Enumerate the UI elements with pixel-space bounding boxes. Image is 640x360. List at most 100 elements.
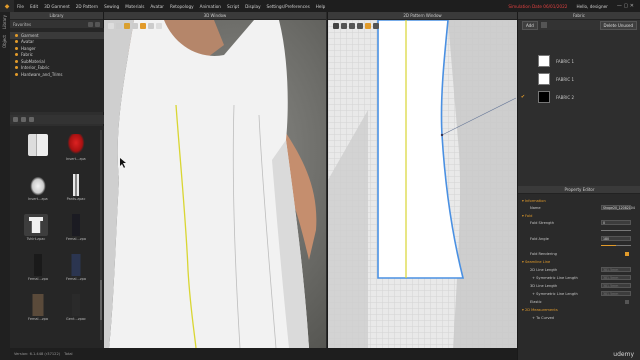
- status-bar: Version: 6.1.448 (r37122) Total: [10, 348, 517, 360]
- seamline-section[interactable]: ▾ Seamline Line: [522, 258, 640, 265]
- library-item[interactable]: Femal...zpac: [66, 214, 86, 244]
- tab-object[interactable]: Object: [2, 32, 7, 51]
- menu-edit[interactable]: Edit: [27, 4, 41, 9]
- fabric-list-item[interactable]: FABRIC 1: [518, 70, 640, 88]
- sewing-tool-icon[interactable]: [365, 23, 371, 29]
- version-text: Version: 6.1.448 (r37122): [14, 352, 61, 356]
- left-pattern-shadow: [328, 110, 368, 348]
- select-tool-icon[interactable]: [108, 23, 114, 29]
- refresh-icon[interactable]: [29, 117, 34, 122]
- library-thumbnails: Insert...zpac Insert...zpac Pants.zpac T…: [10, 126, 104, 348]
- line-length-3d-row: 3D Line Length 381.5mm: [518, 282, 640, 289]
- sym-length-3d-text: Symmetric Line Length: [536, 291, 578, 296]
- female-avatar-thumbnail: [28, 294, 48, 316]
- name-field[interactable]: Shape20_12082104: [601, 205, 635, 210]
- 3d-window[interactable]: 3D Window: [104, 12, 326, 348]
- tree-label: Hanger: [21, 45, 36, 51]
- avatar-tool-icon[interactable]: [156, 23, 162, 29]
- library-item[interactable]: Femal...zpac: [28, 294, 48, 324]
- menu-materials[interactable]: Materials: [122, 4, 147, 9]
- menu-file[interactable]: File: [14, 4, 27, 9]
- simulate-tool-icon[interactable]: [140, 23, 146, 29]
- menu-3d-garment[interactable]: 3D Garment: [41, 4, 73, 9]
- move-tool-icon[interactable]: [116, 23, 122, 29]
- measurements-section[interactable]: ▾ 2D Measurements: [522, 306, 640, 313]
- pants-thumbnail: [66, 174, 86, 196]
- fabric-list-item[interactable]: FABRIC 1: [518, 52, 640, 70]
- 2d-pattern-canvas[interactable]: [328, 19, 517, 348]
- menu-animation[interactable]: Animation: [197, 4, 224, 9]
- library-tree: Garment Avatar Hanger Fabric SubMaterial…: [10, 28, 104, 112]
- library-item-caption: Tshirt.zpac: [26, 237, 46, 241]
- menu-avatar[interactable]: Avatar: [147, 4, 167, 9]
- add-fabric-button[interactable]: Add: [522, 20, 538, 30]
- elastic-row: Elastic: [518, 298, 640, 305]
- jacket-thumbnail: [28, 134, 48, 156]
- list-view-icon[interactable]: [21, 117, 26, 122]
- fold-tool-icon[interactable]: [132, 23, 138, 29]
- remove-favorite-icon[interactable]: [95, 21, 100, 27]
- library-item[interactable]: Femal...zpac: [66, 254, 86, 284]
- fold-angle-slider[interactable]: [601, 244, 631, 247]
- window-controls-icon[interactable]: — ▢ ✕: [617, 3, 634, 9]
- grid-view-icon[interactable]: [13, 117, 18, 122]
- pattern-point[interactable]: [440, 133, 444, 137]
- name-label: Name: [530, 205, 541, 210]
- fold-angle-field[interactable]: 180: [601, 236, 631, 241]
- menu-bar: ◆ File Edit 3D Garment 2D Pattern Sewing…: [0, 0, 640, 12]
- fold-strength-field[interactable]: 0: [601, 220, 631, 225]
- 3d-viewport[interactable]: [104, 20, 326, 348]
- fold-strength-slider[interactable]: [601, 229, 631, 232]
- fold-rendering-checkbox[interactable]: [625, 251, 629, 256]
- active-check-icon: ✔: [520, 94, 526, 100]
- transform-tool-icon[interactable]: [333, 23, 339, 29]
- tab-library[interactable]: Library: [2, 12, 7, 32]
- menu-display[interactable]: Display: [242, 4, 263, 9]
- user-greeting[interactable]: Hello, designer: [573, 4, 610, 9]
- library-item-caption: Femal...zpac: [66, 237, 86, 241]
- to-curved-text: To Curved: [536, 315, 554, 320]
- to-curved-row[interactable]: + To Curved: [518, 314, 640, 321]
- library-item[interactable]: [28, 134, 48, 164]
- elastic-checkbox[interactable]: [625, 299, 629, 304]
- pin-tool-icon[interactable]: [124, 23, 130, 29]
- library-scrollbar[interactable]: [100, 130, 102, 340]
- library-item-selected[interactable]: Tshirt.zpac: [24, 214, 48, 244]
- fold-2d-tool-icon[interactable]: [373, 23, 379, 29]
- fold-label: Fold: [524, 213, 533, 218]
- edit-point-icon[interactable]: [341, 23, 347, 29]
- library-item-caption: Insert...zpac: [66, 157, 86, 161]
- menu-settings[interactable]: Settings/Preferences: [264, 4, 313, 9]
- delete-unused-button[interactable]: Delete Unused: [599, 20, 637, 30]
- udemy-watermark: udemy: [613, 351, 634, 358]
- polygon-tool-icon[interactable]: [349, 23, 355, 29]
- library-item[interactable]: Pants.zpac: [66, 174, 86, 204]
- tree-item-hardware[interactable]: Hardware_and_Trims: [10, 71, 104, 78]
- favorites-bar: Favorites: [10, 20, 103, 28]
- measurements-label: 2D Measurements: [524, 307, 558, 312]
- information-section[interactable]: ▾ Information: [522, 197, 640, 204]
- menu-2d-pattern[interactable]: 2D Pattern: [73, 4, 101, 9]
- fabric-list-item-active[interactable]: ✔ FABRIC 2: [518, 88, 640, 106]
- library-item[interactable]: Insert...zpac: [28, 174, 48, 204]
- add-favorite-icon[interactable]: [88, 21, 93, 27]
- fabric-toolbar-icon[interactable]: [540, 22, 547, 28]
- property-editor: Property Editor ▾ Information Name Shape…: [518, 186, 640, 360]
- sym-length-3d-label: + Symmetric Line Length: [532, 291, 578, 296]
- pattern-piece[interactable]: [377, 19, 465, 279]
- menu-retopology[interactable]: Retopology: [167, 4, 197, 9]
- line-length-2d-row: 2D Line Length 381.5mm: [518, 266, 640, 273]
- library-item[interactable]: Femal...zpac: [28, 254, 48, 284]
- menu-help[interactable]: Help: [313, 4, 329, 9]
- library-item[interactable]: Gent...zpac: [66, 294, 86, 324]
- library-item[interactable]: Insert...zpac: [66, 134, 86, 164]
- fabric-toolbar: Add Delete Unused: [518, 20, 640, 30]
- measure-tool-icon[interactable]: [148, 23, 154, 29]
- menu-script[interactable]: Script: [224, 4, 242, 9]
- 2d-pattern-window[interactable]: 2D Pattern Window: [327, 12, 517, 348]
- rectangle-tool-icon[interactable]: [357, 23, 363, 29]
- fold-section[interactable]: ▾ Fold: [522, 212, 640, 219]
- menu-sewing[interactable]: Sewing: [101, 4, 122, 9]
- sym-length-3d-row: + Symmetric Line Length 381.5mm: [518, 290, 640, 297]
- elastic-label: Elastic: [530, 299, 542, 304]
